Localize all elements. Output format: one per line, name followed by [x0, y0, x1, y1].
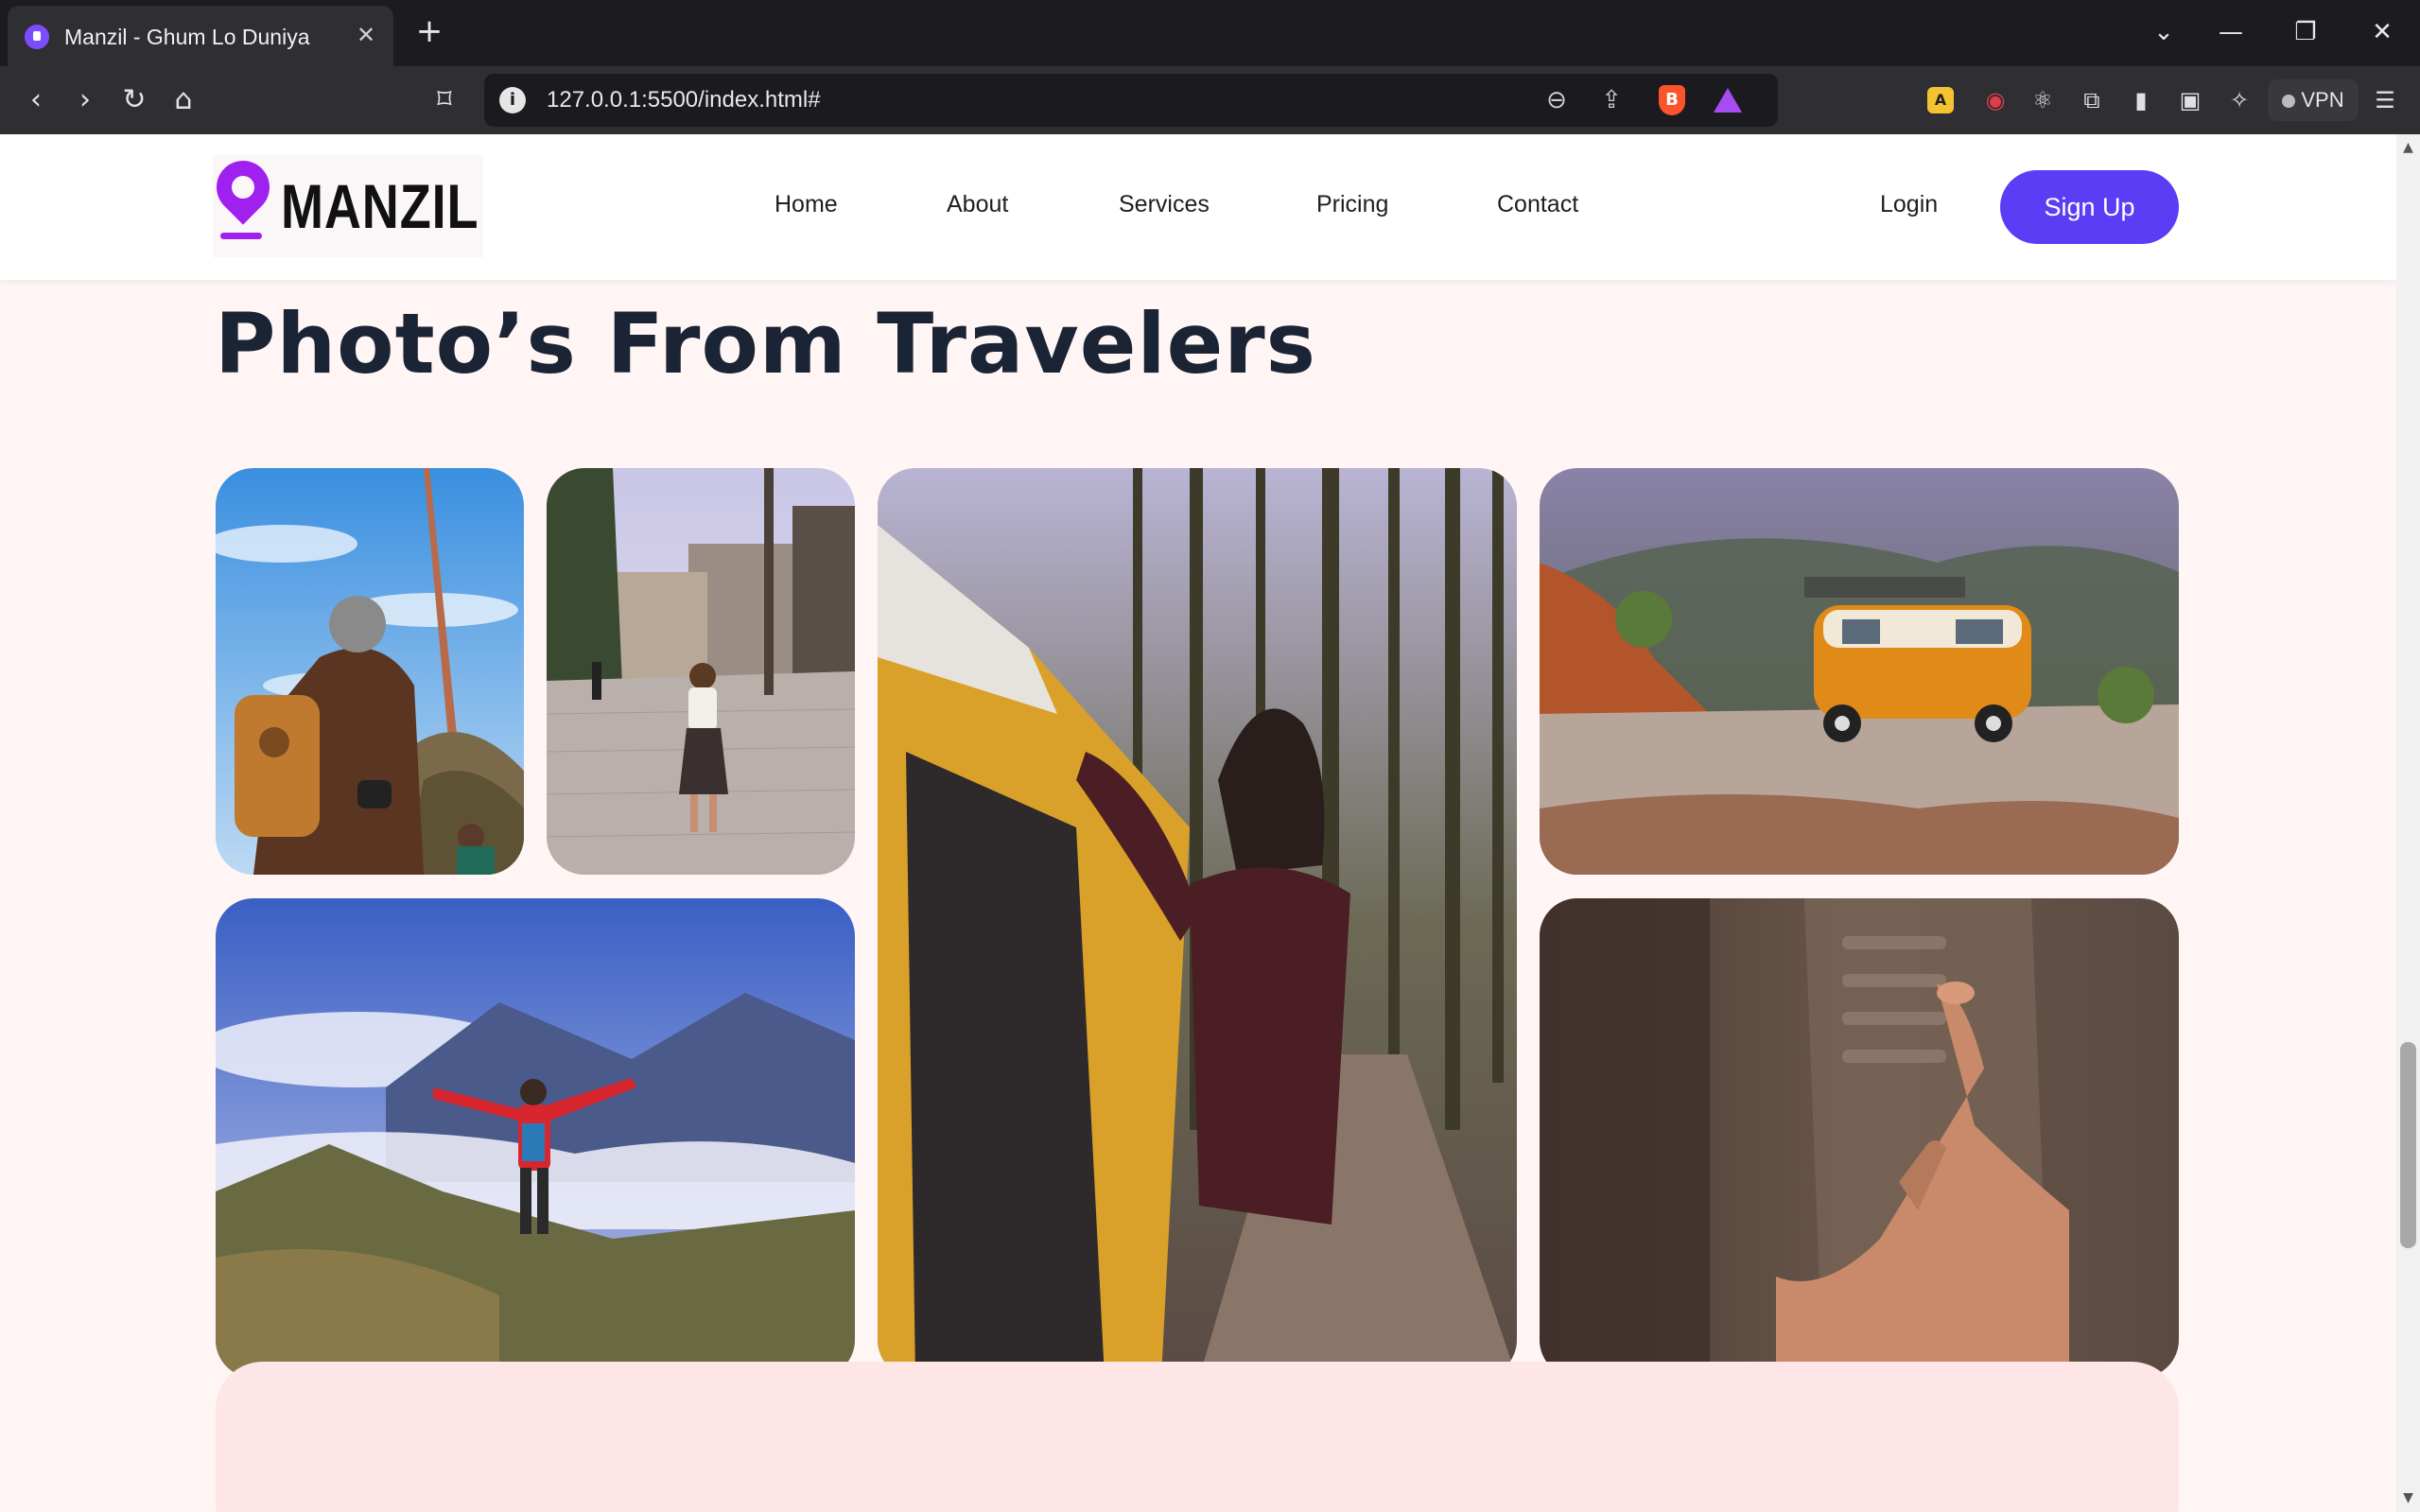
minimize-button[interactable]: — — [2212, 13, 2250, 51]
site-info-icon[interactable]: i — [499, 87, 526, 113]
scrollbar-thumb[interactable] — [2400, 1042, 2416, 1248]
gallery-title: Photo’s From Travelers — [215, 295, 1317, 392]
menu-icon[interactable]: ☰ — [2368, 83, 2402, 117]
zoom-icon[interactable]: ⊖ — [1540, 83, 1574, 117]
tab-title: Manzil - Ghum Lo Duniya — [64, 25, 310, 49]
logo-text: MANZIL — [281, 171, 479, 241]
vpn-label: VPN — [2301, 88, 2344, 112]
nav-home[interactable]: Home — [775, 191, 838, 218]
nav-contact[interactable]: Contact — [1497, 191, 1578, 218]
extensions-puzzle-icon[interactable]: ⧉ — [2075, 83, 2109, 117]
scroll-up-icon[interactable]: ▲ — [2396, 138, 2420, 157]
pin-shadow — [220, 233, 262, 239]
brave-rewards-icon[interactable] — [1714, 88, 1742, 113]
nav-services[interactable]: Services — [1119, 191, 1210, 218]
scroll-down-icon[interactable]: ▼ — [2396, 1488, 2420, 1507]
location-pin-icon — [205, 149, 281, 225]
back-button[interactable]: ‹ — [15, 79, 57, 121]
address-bar[interactable]: i 127.0.0.1:5500/index.html# ⊖ ⇪ B — [484, 74, 1778, 127]
favicon-icon — [25, 25, 49, 49]
page-viewport: MANZIL Home About Services Pricing Conta… — [0, 134, 2396, 1512]
extension-a-icon[interactable]: A — [1927, 87, 1954, 113]
reload-button[interactable]: ↻ — [113, 79, 155, 121]
mountain-summit-photo[interactable] — [216, 898, 855, 1378]
react-devtools-icon[interactable]: ⚛ — [2026, 83, 2060, 117]
vpn-status-icon — [2282, 95, 2296, 108]
manzil-logo[interactable]: MANZIL — [205, 149, 483, 257]
share-icon[interactable]: ⇪ — [1594, 83, 1628, 117]
hiker-with-backpack-photo[interactable] — [216, 468, 524, 875]
orange-camper-van-photo[interactable] — [1540, 468, 2179, 875]
bookmark-icon[interactable]: ⌑ — [424, 79, 465, 121]
forward-button[interactable]: › — [64, 79, 106, 121]
new-tab-button[interactable]: + — [414, 15, 444, 49]
brave-shields-icon[interactable]: B — [1659, 85, 1685, 115]
wallet-icon[interactable]: ▣ — [2173, 83, 2207, 117]
signup-button[interactable]: Sign Up — [2000, 170, 2179, 244]
login-link[interactable]: Login — [1880, 191, 1938, 218]
extension-record-icon[interactable]: ◉ — [1978, 83, 2012, 117]
browser-tab-bar: Manzil - Ghum Lo Duniya ✕ + ⌄ — ❐ ✕ — [0, 0, 2420, 66]
tab-close-icon[interactable]: ✕ — [352, 21, 380, 49]
site-header: MANZIL Home About Services Pricing Conta… — [0, 134, 2396, 280]
leo-ai-icon[interactable]: ✧ — [2222, 83, 2256, 117]
woman-walking-city-square-photo[interactable] — [547, 468, 855, 875]
nav-pricing[interactable]: Pricing — [1316, 191, 1388, 218]
home-button[interactable]: ⌂ — [163, 79, 204, 121]
page-scrollbar[interactable]: ▲ ▼ — [2396, 134, 2420, 1512]
tab-search-dropdown-icon[interactable]: ⌄ — [2145, 13, 2183, 51]
next-section-panel — [216, 1362, 2179, 1512]
hand-on-stone-carving-photo[interactable] — [1540, 898, 2179, 1378]
nav-about[interactable]: About — [947, 191, 1008, 218]
url-text[interactable]: 127.0.0.1:5500/index.html# — [547, 87, 821, 113]
woman-in-van-forest-photo[interactable] — [878, 468, 1517, 1378]
restore-button[interactable]: ❐ — [2287, 13, 2324, 51]
close-window-button[interactable]: ✕ — [2363, 13, 2401, 51]
vpn-button[interactable]: VPN — [2268, 79, 2359, 121]
browser-toolbar: ‹ › ↻ ⌂ ⌑ i 127.0.0.1:5500/index.html# ⊖… — [0, 66, 2420, 134]
browser-tab[interactable]: Manzil - Ghum Lo Duniya ✕ — [8, 6, 393, 66]
sidebar-toggle-icon[interactable]: ▮ — [2124, 83, 2158, 117]
